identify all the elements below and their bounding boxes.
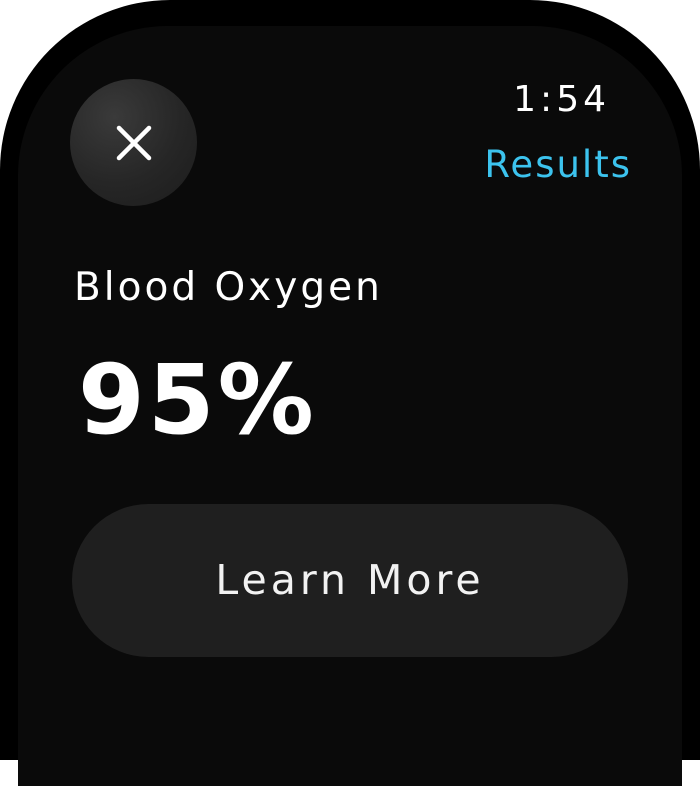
- watch-frame: 1:54 Results Blood Oxygen 95% Learn More: [0, 0, 700, 786]
- page-title: Results: [484, 143, 632, 186]
- close-button[interactable]: [70, 79, 197, 206]
- close-icon: [116, 125, 151, 160]
- status-time: 1:54: [513, 79, 610, 120]
- metric-label: Blood Oxygen: [74, 265, 383, 310]
- metric-value: 95%: [78, 344, 317, 456]
- learn-more-label: Learn More: [215, 556, 485, 604]
- learn-more-button[interactable]: Learn More: [72, 504, 628, 657]
